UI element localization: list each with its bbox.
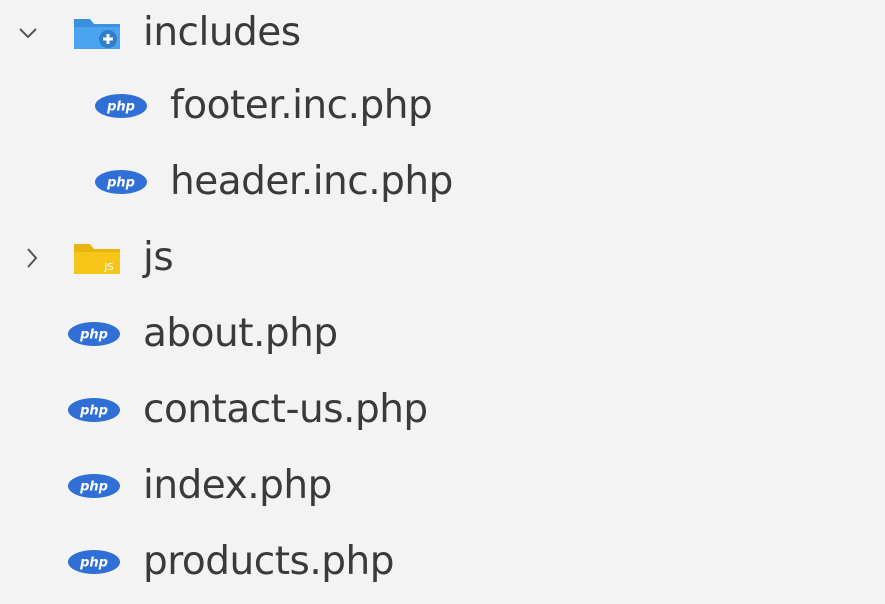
tree-item-footer-inc-php[interactable]: php footer.inc.php [0,68,885,144]
tree-item-label: products.php [143,539,394,584]
tree-item-label: header.inc.php [170,159,453,204]
chevron-down-icon[interactable] [14,0,42,71]
tree-item-index-php[interactable]: php index.php [0,448,885,524]
tree-item-contact-us-php[interactable]: php contact-us.php [0,372,885,448]
tree-item-includes-folder[interactable]: includes [0,0,885,71]
tree-item-js-folder[interactable]: JS js [0,220,885,296]
tree-item-label: footer.inc.php [170,83,433,128]
tree-item-label: contact-us.php [143,387,428,432]
php-file-icon: php [67,524,121,600]
file-explorer-tree: includes php footer.inc.php php header.i… [0,0,885,604]
folder-js-icon: JS [72,220,122,296]
svg-text:JS: JS [103,262,113,273]
chevron-right-icon[interactable] [18,220,46,296]
svg-text:php: php [79,480,108,495]
tree-item-label: index.php [143,463,332,508]
php-file-icon: php [67,296,121,372]
svg-text:php: php [106,176,135,191]
svg-text:php: php [79,556,108,571]
tree-item-about-php[interactable]: php about.php [0,296,885,372]
folder-open-icon [72,0,122,71]
php-file-icon: php [67,372,121,448]
svg-text:php: php [106,100,135,115]
tree-item-products-php[interactable]: php products.php [0,524,885,600]
tree-item-label: about.php [143,311,338,356]
php-file-icon: php [94,68,148,144]
php-file-icon: php [67,448,121,524]
svg-text:php: php [79,404,108,419]
tree-item-label: includes [143,10,301,55]
svg-text:php: php [79,328,108,343]
php-file-icon: php [94,144,148,220]
tree-item-header-inc-php[interactable]: php header.inc.php [0,144,885,220]
tree-item-label: js [143,235,174,280]
